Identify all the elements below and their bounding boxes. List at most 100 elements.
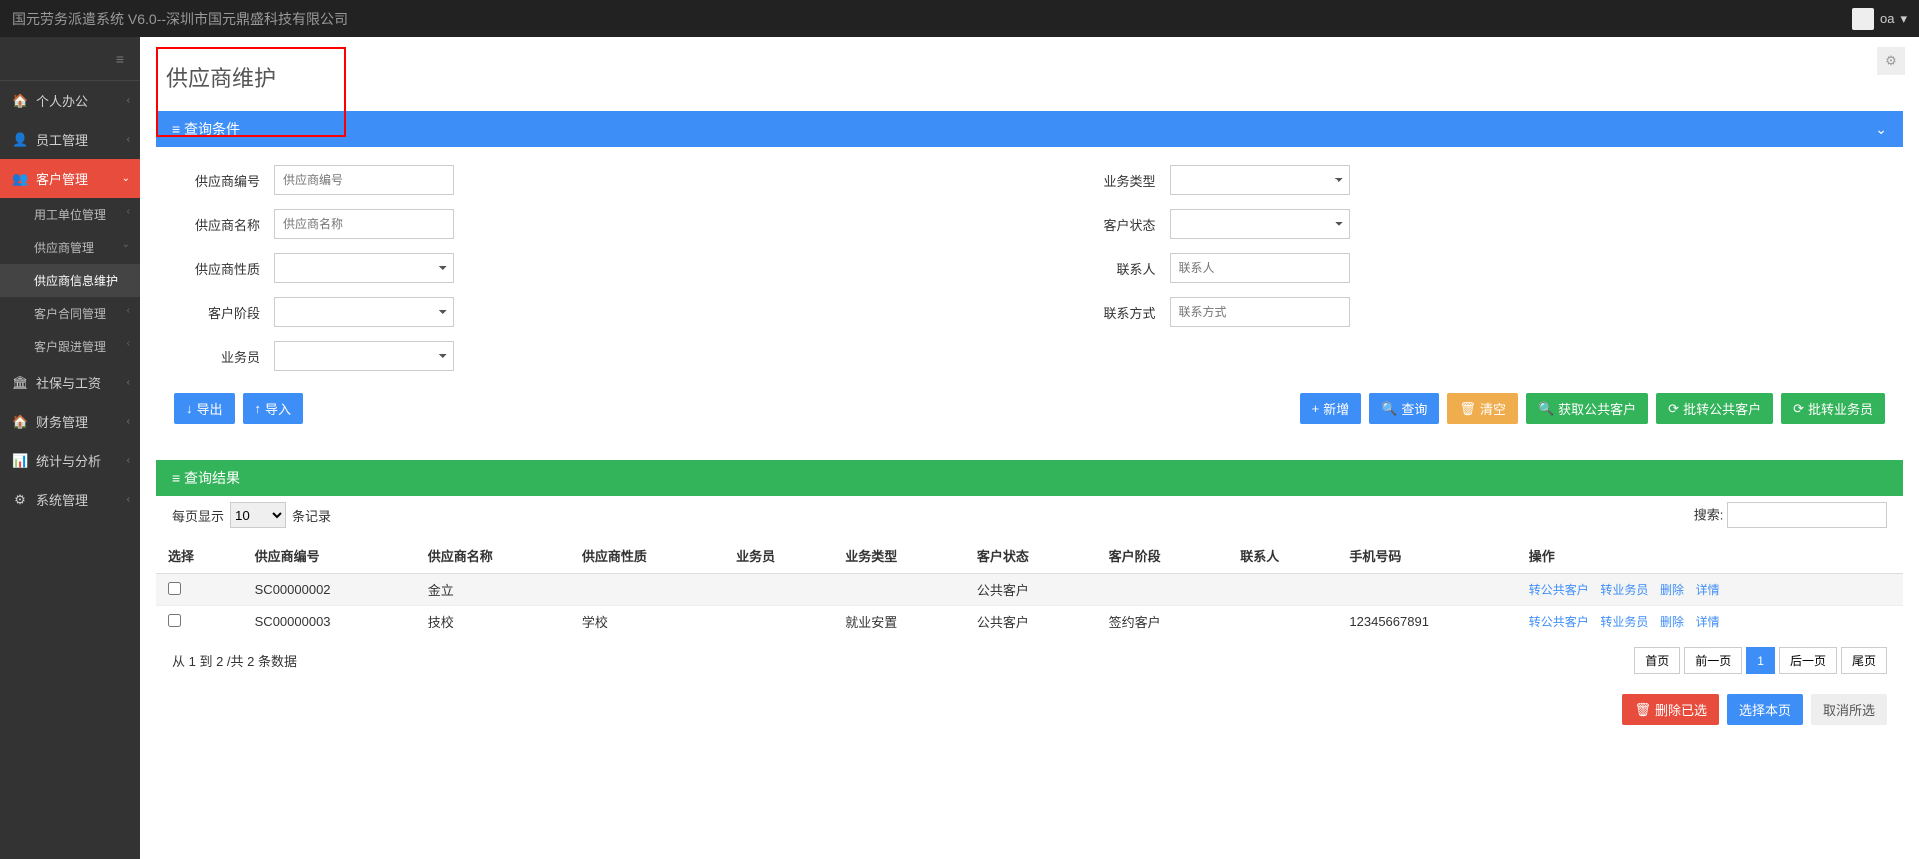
deselect-all-button[interactable]: 取消所选 [1811, 694, 1887, 725]
upload-icon: ↑ [255, 401, 262, 416]
pager-page-1[interactable]: 1 [1746, 647, 1775, 674]
chevron-left-icon: ‹ [127, 455, 130, 466]
avatar [1852, 8, 1874, 30]
sub-item-supplier[interactable]: 供应商管理 ⌄ [0, 231, 140, 264]
row-detail-link[interactable]: 详情 [1696, 583, 1720, 597]
chevron-left-icon: ‹ [127, 338, 130, 349]
chevron-left-icon: ‹ [127, 416, 130, 427]
col-select: 选择 [156, 538, 243, 574]
sidebar-item-finance[interactable]: 🏠 财务管理 ‹ [0, 402, 140, 441]
clear-button[interactable]: 🗑清空 [1447, 393, 1518, 424]
user-menu[interactable]: oa ▾ [1852, 8, 1907, 30]
chevron-left-icon: ‹ [127, 305, 130, 316]
search-icon: 🔍 [1381, 401, 1397, 417]
sub-item-label: 客户跟进管理 [34, 340, 106, 354]
contact-label: 联系人 [1070, 259, 1170, 278]
sidebar-toggle[interactable]: ≡ [0, 37, 140, 81]
biz-type-select[interactable] [1170, 165, 1350, 195]
chevron-left-icon: ‹ [127, 206, 130, 217]
table-info: 从 1 到 2 /共 2 条数据 [172, 651, 297, 670]
sidebar-item-label: 统计与分析 [36, 451, 101, 470]
pager-next[interactable]: 后一页 [1779, 647, 1837, 674]
pager-prev[interactable]: 前一页 [1684, 647, 1742, 674]
result-panel-header[interactable]: ≡ 查询结果 [156, 460, 1903, 496]
sidebar-item-social[interactable]: 🏛 社保与工资 ‹ [0, 363, 140, 402]
sub-item-label: 供应商管理 [34, 241, 94, 255]
search-input[interactable] [1727, 502, 1887, 528]
filter-panel-header[interactable]: ≡ 查询条件 ⌄ [156, 111, 1903, 147]
home-icon: 🏠 [12, 93, 28, 109]
pager-first[interactable]: 首页 [1634, 647, 1680, 674]
col-contact: 联系人 [1228, 538, 1337, 574]
sidebar-item-label: 系统管理 [36, 490, 88, 509]
result-table: 选择 供应商编号 供应商名称 供应商性质 业务员 业务类型 客户状态 客户阶段 … [156, 538, 1903, 637]
sidebar-item-label: 员工管理 [36, 130, 88, 149]
sub-item-contract[interactable]: 客户合同管理 ‹ [0, 297, 140, 330]
row-delete-link[interactable]: 删除 [1660, 615, 1684, 629]
sub-item-label: 用工单位管理 [34, 208, 106, 222]
add-button[interactable]: +新增 [1300, 393, 1362, 424]
chevron-left-icon: ‹ [127, 95, 130, 106]
chevron-left-icon: ‹ [127, 377, 130, 388]
row-checkbox[interactable] [168, 614, 181, 627]
to-public-button[interactable]: ⟳批转公共客户 [1656, 393, 1773, 424]
row-detail-link[interactable]: 详情 [1696, 615, 1720, 629]
export-button[interactable]: ↓导出 [174, 393, 235, 424]
col-stage: 客户阶段 [1097, 538, 1229, 574]
username: oa [1880, 11, 1894, 26]
per-page-select[interactable]: 10 [230, 502, 286, 528]
sidebar-item-stats[interactable]: 📊 统计与分析 ‹ [0, 441, 140, 480]
sub-item-follow[interactable]: 客户跟进管理 ‹ [0, 330, 140, 363]
table-row: SC00000003 技校 学校 就业安置 公共客户 签约客户 12345667… [156, 606, 1903, 638]
select-page-button[interactable]: 选择本页 [1727, 694, 1803, 725]
col-action: 操作 [1517, 538, 1903, 574]
supplier-nature-select[interactable] [274, 253, 454, 283]
import-button[interactable]: ↑导入 [243, 393, 304, 424]
user-icon: 👤 [12, 132, 28, 148]
chevron-down-icon: ▾ [1900, 11, 1907, 27]
supplier-name-label: 供应商名称 [174, 215, 274, 234]
salesman-select[interactable] [274, 341, 454, 371]
building-icon: 🏛 [12, 375, 28, 391]
col-salesman: 业务员 [724, 538, 833, 574]
sub-item-employer[interactable]: 用工单位管理 ‹ [0, 198, 140, 231]
contact-way-input[interactable] [1170, 297, 1350, 327]
cust-status-select[interactable] [1170, 209, 1350, 239]
row-to-sales-link[interactable]: 转业务员 [1600, 583, 1648, 597]
contact-way-label: 联系方式 [1070, 303, 1170, 322]
get-public-button[interactable]: 🔍获取公共客户 [1526, 393, 1648, 424]
topbar: 国元劳务派遣系统 V6.0--深圳市国元鼎盛科技有限公司 oa ▾ [0, 0, 1919, 37]
filter-header-label: ≡ 查询条件 [172, 119, 240, 139]
gear-icon: ⚙ [12, 492, 28, 508]
supplier-name-input[interactable] [274, 209, 454, 239]
sidebar-item-system[interactable]: ⚙ 系统管理 ‹ [0, 480, 140, 519]
row-to-public-link[interactable]: 转公共客户 [1529, 583, 1589, 597]
to-salesman-button[interactable]: ⟳批转业务员 [1781, 393, 1885, 424]
refresh-icon: ⟳ [1793, 401, 1804, 417]
sidebar-item-label: 财务管理 [36, 412, 88, 431]
row-delete-link[interactable]: 删除 [1660, 583, 1684, 597]
delete-selected-button[interactable]: 🗑删除已选 [1622, 694, 1719, 725]
sub-item-supplier-maintain[interactable]: 供应商信息维护 [0, 264, 140, 297]
content: ⚙ 供应商维护 ≡ 查询条件 ⌄ 供应商编号 业务 [140, 37, 1919, 859]
col-biztype: 业务类型 [833, 538, 965, 574]
supplier-code-input[interactable] [274, 165, 454, 195]
sidebar-item-personal[interactable]: 🏠 个人办公 ‹ [0, 81, 140, 120]
sidebar-item-label: 客户管理 [36, 169, 88, 188]
sidebar-item-customer[interactable]: 👥 客户管理 ⌄ [0, 159, 140, 198]
query-button[interactable]: 🔍查询 [1369, 393, 1439, 424]
contact-input[interactable] [1170, 253, 1350, 283]
sub-item-label: 供应商信息维护 [34, 274, 118, 288]
search-icon: 🔍 [1538, 401, 1554, 417]
supplier-nature-label: 供应商性质 [174, 259, 274, 278]
sidebar-item-employee[interactable]: 👤 员工管理 ‹ [0, 120, 140, 159]
row-checkbox[interactable] [168, 582, 181, 595]
customer-stage-select[interactable] [274, 297, 454, 327]
row-to-public-link[interactable]: 转公共客户 [1529, 615, 1589, 629]
trash-icon: 🗑 [1634, 702, 1651, 718]
col-name: 供应商名称 [416, 538, 570, 574]
salesman-label: 业务员 [174, 347, 274, 366]
pager-last[interactable]: 尾页 [1841, 647, 1887, 674]
row-to-sales-link[interactable]: 转业务员 [1600, 615, 1648, 629]
sidebar-item-label: 个人办公 [36, 91, 88, 110]
